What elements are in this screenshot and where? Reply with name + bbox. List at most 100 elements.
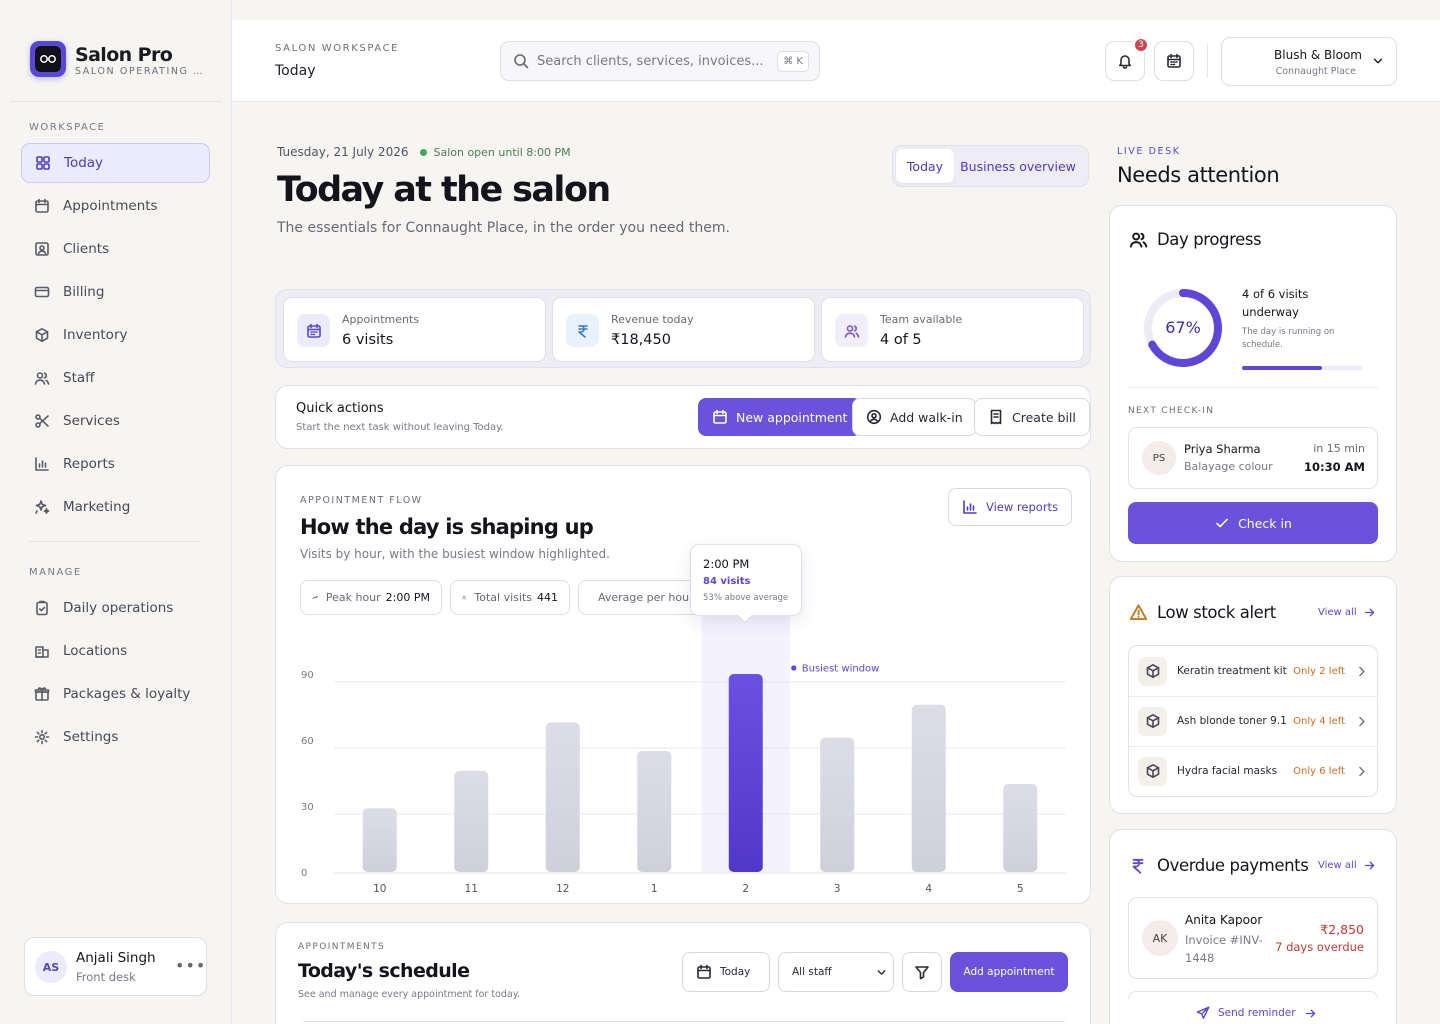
avatar: AK [1142, 920, 1178, 956]
stock-item[interactable]: Keratin treatment kit Only 2 left [1128, 646, 1378, 696]
link-label: View all [1318, 860, 1357, 871]
overdue-title: Overdue payments [1129, 856, 1309, 875]
sparkle-icon [35, 500, 50, 514]
check-in-button[interactable]: Check in [1128, 502, 1378, 544]
stock-item[interactable]: Ash blonde toner 9.1 Only 4 left [1128, 696, 1378, 746]
package-icon [1138, 656, 1167, 686]
sidebar-item-today[interactable]: Today [21, 143, 210, 183]
avatar: PS [1142, 441, 1176, 475]
x-tick-label: 10 [373, 883, 386, 895]
notifications-button[interactable]: 3 [1105, 37, 1149, 81]
add-appointment-button[interactable]: Add appointment [950, 952, 1068, 992]
progress-percent: 67% [1165, 318, 1201, 337]
chip-value: 2:00 PM [385, 591, 430, 604]
sidebar-item-inventory[interactable]: Inventory [21, 315, 210, 355]
overdue-view-all-link[interactable]: View all [1318, 859, 1376, 872]
current-date: Tuesday, 21 July 2026 [277, 145, 409, 159]
rupee-icon [566, 314, 599, 347]
next-overdue-row [1128, 991, 1378, 999]
client-card-icon [35, 242, 49, 256]
schedule-card: APPOINTMENTS Today's schedule See and ma… [275, 922, 1091, 1024]
link-label: Send reminder [1218, 1007, 1296, 1019]
schedule-subtitle: See and manage every appointment for tod… [298, 989, 521, 1000]
search-input[interactable] [537, 53, 767, 69]
staff-select[interactable]: All staff [778, 952, 894, 992]
filter-button[interactable] [902, 952, 942, 992]
workspace-label: SALON WORKSPACE [275, 43, 400, 54]
progress-visits: 4 of 6 visits underway [1242, 287, 1309, 319]
sidebar-item-clients[interactable]: Clients [21, 229, 210, 269]
quick-actions-subtitle: Start the next task without leaving Toda… [296, 422, 504, 433]
overdue-row[interactable]: AK Anita Kapoor Invoice #INV-1448 ₹2,850… [1128, 897, 1378, 979]
send-icon [1196, 1006, 1210, 1019]
sidebar-item-appointments[interactable]: Appointments [21, 186, 210, 226]
bar [545, 722, 580, 872]
stat-value: ₹18,450 [611, 332, 671, 348]
stat-label: Appointments [342, 313, 420, 326]
sidebar-item-label: Marketing [63, 499, 131, 515]
user-circle-icon [866, 409, 882, 425]
flow-title: How the day is shaping up [300, 515, 594, 539]
add-walkin-button[interactable]: Add walk-in [852, 398, 977, 436]
quick-actions-card: Quick actions Start the next task withou… [275, 385, 1091, 449]
create-bill-button[interactable]: Create bill [974, 398, 1090, 436]
sidebar-item-staff[interactable]: Staff [21, 358, 210, 398]
sidebar-item-daily-operations[interactable]: Daily operations [21, 588, 210, 628]
sidebar-item-reports[interactable]: Reports [21, 444, 210, 484]
card-title-text: Day progress [1157, 230, 1262, 249]
sidebar-item-label: Daily operations [63, 600, 174, 616]
app-logo[interactable] [30, 41, 66, 77]
calendar-icon [35, 198, 49, 213]
link-label: View all [1318, 607, 1357, 618]
sidebar-item-marketing[interactable]: Marketing [21, 487, 210, 527]
notification-badge: 3 [1133, 37, 1149, 53]
stat-revenue[interactable]: Revenue today ₹18,450 [552, 297, 815, 362]
search-box[interactable]: ⌘ K [500, 41, 820, 81]
more-options-icon[interactable]: ••• [175, 956, 206, 975]
filter-icon [915, 966, 929, 980]
topbar: SALON WORKSPACE Today ⌘ K 3 Blush & Bloo… [232, 20, 1440, 102]
sidebar-item-services[interactable]: Services [21, 401, 210, 441]
rail-title: Needs attention [1117, 163, 1280, 187]
next-client-row[interactable]: PS Priya Sharma Balayage colour in 15 mi… [1128, 427, 1378, 489]
sidebar-item-settings[interactable]: Settings [21, 717, 210, 757]
day-progress-card: Day progress 67% 4 of 6 visits underway … [1109, 205, 1397, 562]
chevron-right-icon [1359, 716, 1365, 726]
new-appointment-button[interactable]: New appointment [698, 398, 862, 436]
stat-team[interactable]: Team available 4 of 5 [821, 297, 1084, 362]
quick-actions-title: Quick actions [296, 401, 384, 416]
gift-icon [34, 687, 50, 701]
client-name: Priya Sharma [1184, 442, 1261, 456]
bar [454, 770, 489, 872]
stat-appointments[interactable]: Appointments 6 visits [283, 297, 546, 362]
user-role: Front desk [76, 970, 136, 984]
bar-chart-icon [35, 457, 49, 471]
tab-business-overview[interactable]: Business overview [954, 149, 1082, 183]
view-reports-button[interactable]: View reports [948, 488, 1073, 526]
check-icon [1216, 518, 1228, 528]
package-icon [1138, 756, 1167, 786]
chip-label: Peak hour [325, 591, 381, 604]
sidebar-item-billing[interactable]: Billing [21, 272, 210, 312]
sidebar-item-label: Settings [63, 729, 119, 745]
sidebar-item-locations[interactable]: Locations [21, 631, 210, 671]
stock-view-all-link[interactable]: View all [1318, 606, 1376, 619]
send-reminder-link[interactable]: Send reminder [1196, 1006, 1317, 1020]
sidebar-item-packages[interactable]: Packages & loyalty [21, 674, 210, 714]
status-dot-icon [420, 148, 428, 156]
calendar-button[interactable] [1154, 41, 1194, 81]
y-tick-label: 0 [301, 868, 307, 879]
sidebar-item-label: Today [64, 155, 104, 171]
tab-today[interactable]: Today [896, 149, 954, 183]
sidebar-item-label: Staff [63, 370, 95, 386]
schedule-date-button[interactable]: Today [682, 952, 770, 992]
stock-item[interactable]: Hydra facial masks Only 6 left [1128, 746, 1378, 796]
bar-chart-icon [963, 500, 977, 514]
users-icon [462, 595, 467, 600]
user-card[interactable]: AS Anjali Singh Front desk ••• [24, 937, 207, 996]
current-page: Today [275, 63, 316, 79]
total-visits-chip: Total visits 441 [450, 580, 570, 615]
schedule-table-header [303, 1021, 1065, 1022]
schedule-title: Today's schedule [298, 960, 470, 982]
business-selector[interactable]: Blush & Bloom Connaught Place [1221, 37, 1397, 86]
